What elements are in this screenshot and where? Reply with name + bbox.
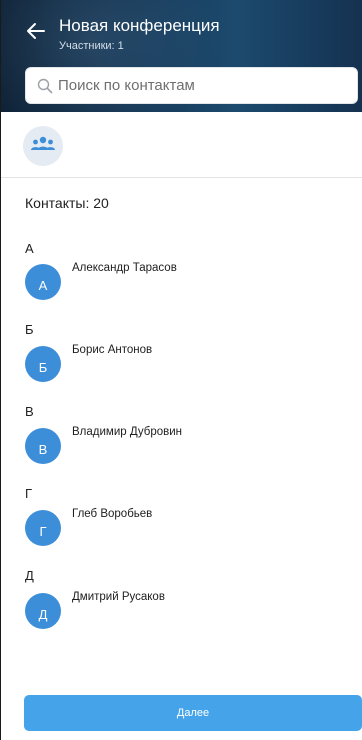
contact-item[interactable]: Г Глеб Воробьев: [21, 504, 351, 546]
next-button[interactable]: Далее: [24, 695, 362, 731]
contact-item[interactable]: Б Борис Антонов: [21, 340, 351, 382]
group-icon: [29, 135, 57, 158]
section-letter: А: [25, 241, 34, 256]
arrow-left-icon: [26, 21, 46, 46]
search-icon: [36, 77, 54, 95]
search-box[interactable]: [25, 67, 358, 104]
section-letter: Г: [25, 486, 33, 501]
contact-item[interactable]: Д Дмитрий Русаков: [21, 587, 351, 629]
contact-item[interactable]: В Владимир Дубровин: [21, 422, 351, 464]
contact-name: Александр Тарасов: [72, 262, 177, 274]
avatar: В: [25, 428, 61, 464]
group-row: [1, 112, 362, 178]
contact-name: Дмитрий Русаков: [72, 591, 165, 603]
participants-count: Участники: 1: [59, 40, 124, 52]
back-button[interactable]: [23, 20, 49, 46]
avatar: А: [25, 264, 61, 300]
search-input[interactable]: [58, 77, 338, 94]
section-letter: В: [25, 404, 34, 419]
avatar: Б: [25, 346, 61, 382]
section-letter: Д: [25, 568, 34, 583]
avatar: Д: [25, 593, 61, 629]
app-header: Новая конференция Участники: 1: [1, 0, 362, 112]
section-letter: Б: [25, 322, 34, 337]
contact-item[interactable]: А Александр Тарасов: [21, 258, 351, 300]
screen: Новая конференция Участники: 1 Поиск по …: [0, 0, 362, 740]
page-title: Новая конференция: [59, 16, 220, 35]
contacts-count: Контакты: 20: [25, 195, 109, 211]
contact-name: Глеб Воробьев: [72, 508, 153, 520]
create-group-button[interactable]: [23, 126, 63, 166]
contact-name: Борис Антонов: [72, 344, 153, 356]
contact-name: Владимир Дубровин: [72, 426, 183, 438]
avatar: Г: [25, 510, 61, 546]
